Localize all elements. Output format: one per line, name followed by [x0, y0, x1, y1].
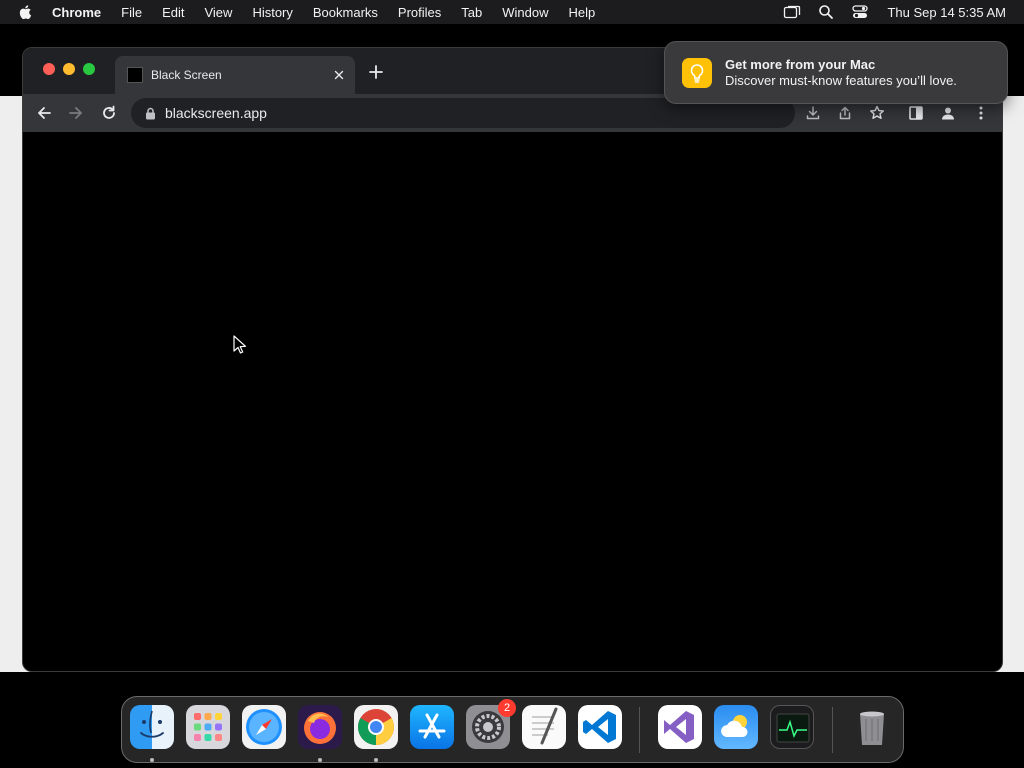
- menu-help[interactable]: Help: [559, 5, 606, 20]
- lock-icon[interactable]: [143, 106, 157, 120]
- trash-icon[interactable]: [850, 705, 894, 749]
- weather-icon[interactable]: [714, 705, 758, 749]
- download-icon[interactable]: [803, 103, 823, 123]
- spotlight-search-icon[interactable]: [817, 3, 835, 21]
- apple-logo-icon[interactable]: [18, 4, 34, 20]
- notification-title: Get more from your Mac: [725, 57, 876, 72]
- window-maximize-button[interactable]: [83, 63, 95, 75]
- finder-running-indicator: [150, 758, 154, 762]
- bookmark-star-icon[interactable]: [867, 103, 887, 123]
- menu-bookmarks[interactable]: Bookmarks: [303, 5, 388, 20]
- screen-mirroring-icon[interactable]: [783, 3, 801, 21]
- finder-icon[interactable]: [130, 705, 174, 749]
- control-center-icon[interactable]: [851, 3, 869, 21]
- chrome-icon[interactable]: [354, 705, 398, 749]
- address-bar-url: blackscreen.app: [165, 105, 267, 121]
- activity-monitor-icon[interactable]: [770, 705, 814, 749]
- tab-title: Black Screen: [151, 68, 222, 82]
- system-settings-icon[interactable]: 2: [466, 699, 516, 749]
- menu-file[interactable]: File: [111, 5, 152, 20]
- menu-bar: Chrome File Edit View History Bookmarks …: [0, 0, 1024, 24]
- page-viewport[interactable]: [23, 132, 1002, 671]
- dock-separator: [832, 707, 833, 753]
- firefox-running-indicator: [318, 758, 322, 762]
- system-settings-badge: 2: [498, 699, 516, 717]
- tips-lightbulb-icon: [682, 57, 712, 88]
- window-minimize-button[interactable]: [63, 63, 75, 75]
- dock-separator: [639, 707, 640, 753]
- reload-icon[interactable]: [99, 103, 119, 123]
- profile-icon[interactable]: [938, 103, 958, 123]
- tab-close-icon[interactable]: [331, 67, 347, 83]
- menu-edit[interactable]: Edit: [152, 5, 194, 20]
- tips-notification[interactable]: Get more from your Mac Discover must-kno…: [664, 41, 1008, 104]
- dock: 2: [121, 696, 904, 763]
- menu-app-name[interactable]: Chrome: [52, 5, 111, 20]
- safari-icon[interactable]: [242, 705, 286, 749]
- notification-body: Discover must-know features you’ll love.: [725, 73, 957, 88]
- launchpad-icon[interactable]: [186, 705, 230, 749]
- desktop: Chrome File Edit View History Bookmarks …: [0, 0, 1024, 768]
- textedit-icon[interactable]: [522, 705, 566, 749]
- visual-studio-icon[interactable]: [658, 705, 702, 749]
- chrome-running-indicator: [374, 758, 378, 762]
- share-icon[interactable]: [835, 103, 855, 123]
- side-panel-icon[interactable]: [906, 103, 926, 123]
- menu-window[interactable]: Window: [492, 5, 558, 20]
- menu-bar-clock[interactable]: Thu Sep 14 5:35 AM: [887, 5, 1006, 20]
- black-square-icon: [127, 67, 143, 83]
- window-close-button[interactable]: [43, 63, 55, 75]
- menu-history[interactable]: History: [242, 5, 302, 20]
- vscode-icon[interactable]: [578, 705, 622, 749]
- forward-arrow-icon[interactable]: [66, 103, 86, 123]
- firefox-icon[interactable]: [298, 705, 342, 749]
- tab-black-screen[interactable]: Black Screen: [115, 56, 355, 94]
- back-arrow-icon[interactable]: [34, 103, 54, 123]
- app-store-icon[interactable]: [410, 705, 454, 749]
- menu-tab[interactable]: Tab: [451, 5, 492, 20]
- new-tab-button[interactable]: [367, 63, 385, 81]
- browser-window: Black Screen blackscreen.app: [22, 47, 1003, 672]
- mouse-cursor-icon: [233, 335, 247, 354]
- more-menu-icon[interactable]: [971, 103, 991, 123]
- menu-view[interactable]: View: [194, 5, 242, 20]
- menu-profiles[interactable]: Profiles: [388, 5, 451, 20]
